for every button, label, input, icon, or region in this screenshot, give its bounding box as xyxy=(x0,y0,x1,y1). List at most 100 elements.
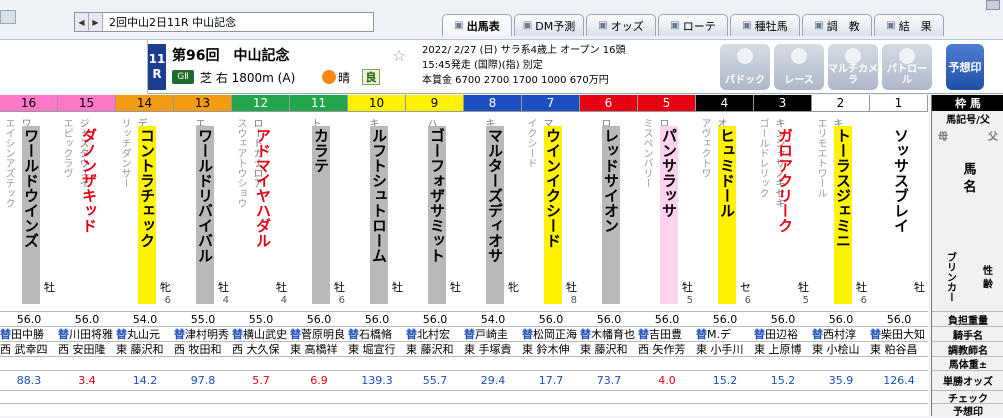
favorite-star-icon[interactable]: ☆ xyxy=(392,46,406,65)
grade-badge: GⅡ xyxy=(172,70,194,84)
horse-name[interactable]: ヒュミドール xyxy=(718,126,736,304)
horse-column[interactable]: 1 ソッサスブレイ 牡 56.0 替柴田大知 東 粕谷昌 126.4 xyxy=(870,95,928,416)
next-race-icon[interactable]: ▶ xyxy=(89,13,103,31)
check-cell[interactable] xyxy=(348,390,406,403)
mark-cell[interactable] xyxy=(464,403,522,416)
rider-cell[interactable]: 替吉田豊 xyxy=(638,326,696,341)
mark-cell[interactable] xyxy=(638,403,696,416)
rider-cell[interactable]: 替横山武史 xyxy=(232,326,290,341)
check-cell[interactable] xyxy=(0,390,58,403)
tab-5[interactable]: ▣ 調 教 xyxy=(802,14,872,36)
mark-cell[interactable] xyxy=(522,403,580,416)
horse-name[interactable]: ゴーフォザサミット xyxy=(428,126,446,304)
mark-cell[interactable] xyxy=(174,403,232,416)
check-cell[interactable] xyxy=(116,390,174,403)
mark-cell[interactable] xyxy=(406,403,464,416)
rider-cell[interactable]: 替川田将雅 xyxy=(58,326,116,341)
horse-column[interactable]: 4 オルフェーヴル アヴェクトワ ヒュミドール セ6 56.0 替M.デ 東 小… xyxy=(696,95,754,416)
mark-cell[interactable] xyxy=(696,403,754,416)
check-cell[interactable] xyxy=(406,390,464,403)
rider-cell[interactable]: 替津村明秀 xyxy=(174,326,232,341)
rider-cell[interactable]: 替西村淳 xyxy=(812,326,870,341)
rider-cell[interactable]: 替丸山元 xyxy=(116,326,174,341)
horse-column[interactable]: 8 キズナ マルターズディオサ 牝 54.0 替戸崎圭 東 手塚貴 29.4 xyxy=(464,95,522,416)
mark-cell[interactable] xyxy=(58,403,116,416)
horse-name[interactable]: アドマイヤハダル xyxy=(254,126,272,304)
horse-column[interactable]: 15 ジャスタウェイ エピックラヴ ダノンザキッド 56.0 替川田将雅 西 安… xyxy=(58,95,116,416)
paddock-button[interactable]: パドック xyxy=(720,44,770,90)
check-cell[interactable] xyxy=(522,390,580,403)
minimize-icon[interactable] xyxy=(986,0,1000,10)
mark-cell[interactable] xyxy=(290,403,348,416)
horse-name[interactable]: カラテ xyxy=(312,126,330,304)
check-cell[interactable] xyxy=(812,390,870,403)
rider-cell[interactable]: 替木幡育也 xyxy=(580,326,638,341)
horse-column[interactable]: 12 ロードカナロア スウェアトウショウ アドマイヤハダル 牡4 55.0 替横… xyxy=(232,95,290,416)
horse-column[interactable]: 16 ワークフォース エイシンアズテック ワールドウインズ 牡 56.0 替田中… xyxy=(0,95,58,416)
mark-cell[interactable] xyxy=(232,403,290,416)
horse-name[interactable]: レッドサイオン xyxy=(602,126,620,304)
horse-name[interactable]: ダノンザキッド xyxy=(80,126,98,304)
check-cell[interactable] xyxy=(174,390,232,403)
horse-column[interactable]: 10 キンシャサノキセキ ルフトシュトローム 牡 56.0 替石橋脩 東 堀宣行… xyxy=(348,95,406,416)
rider-cell[interactable]: 替柴田大知 xyxy=(870,326,928,341)
multi-camera-button[interactable]: マルチカメラ xyxy=(828,44,878,90)
horse-column[interactable]: 9 ハーツクライ ゴーフォザサミット 牡 56.0 替北村宏 東 藤沢和 55.… xyxy=(406,95,464,416)
horse-name[interactable]: ワールドリバイバル xyxy=(196,126,214,304)
mark-cell[interactable] xyxy=(812,403,870,416)
patrol-button[interactable]: パトロール xyxy=(882,44,932,90)
rider-cell[interactable]: 替田辺裕 xyxy=(754,326,812,341)
rider-cell[interactable]: 替 M.デ xyxy=(696,326,754,341)
mark-cell[interactable] xyxy=(348,403,406,416)
horse-name[interactable]: パンサラッサ xyxy=(660,126,678,304)
check-cell[interactable] xyxy=(638,390,696,403)
horse-name[interactable]: コントラチェック xyxy=(138,126,156,304)
rider-cell[interactable]: 替戸崎圭 xyxy=(464,326,522,341)
prev-race-icon[interactable]: ◀ xyxy=(75,13,89,31)
horse-name[interactable]: ソッサスブレイ xyxy=(892,126,910,304)
horse-name[interactable]: ガロアクリーク xyxy=(776,126,794,304)
horse-name[interactable]: ワールドウインズ xyxy=(22,126,40,304)
check-cell[interactable] xyxy=(232,390,290,403)
mark-cell[interactable] xyxy=(754,403,812,416)
rider-cell[interactable]: 替田中勝 xyxy=(0,326,58,341)
tab-3[interactable]: ▣ ローテ xyxy=(658,14,728,36)
horse-column[interactable]: 7 マンハッタンカフェ イクシード ウインイクシード 牡8 56.0 替松岡正海… xyxy=(522,95,580,416)
tab-4[interactable]: ▣ 種牡馬 xyxy=(730,14,800,36)
horse-name[interactable]: マルターズディオサ xyxy=(486,126,504,304)
check-cell[interactable] xyxy=(580,390,638,403)
check-cell[interactable] xyxy=(58,390,116,403)
rider-cell[interactable]: 替菅原明良 xyxy=(290,326,348,341)
check-cell[interactable] xyxy=(464,390,522,403)
check-cell[interactable] xyxy=(870,390,928,403)
dam-name: エピックラヴ xyxy=(61,118,72,178)
check-cell[interactable] xyxy=(290,390,348,403)
tab-2[interactable]: ▣ オッズ xyxy=(586,14,656,36)
mark-cell[interactable] xyxy=(580,403,638,416)
mark-cell[interactable] xyxy=(0,403,58,416)
prediction-mark-button[interactable]: 予想印 xyxy=(946,44,984,90)
tab-0[interactable]: ▣ 出馬表 xyxy=(442,14,512,36)
race-video-button[interactable]: レース xyxy=(774,44,824,90)
horse-name[interactable]: ルフトシュトローム xyxy=(370,126,388,304)
horse-column[interactable]: 6 ロードカナロア レッドサイオン 56.0 替木幡育也 東 藤沢和 73.7 xyxy=(580,95,638,416)
horse-name[interactable]: トーラスジェミニ xyxy=(834,126,852,304)
check-cell[interactable] xyxy=(754,390,812,403)
horse-column[interactable]: 13 エピファネイア ワールドリバイバル 牡4 55.0 替津村明秀 西 牧田和… xyxy=(174,95,232,416)
check-cell[interactable] xyxy=(696,390,754,403)
horse-column[interactable]: 3 キンシャサノキセキ ゴールドレリック ガロアクリーク 牡5 56.0 替田辺… xyxy=(754,95,812,416)
tab-6[interactable]: ▣ 結 果 xyxy=(874,14,944,36)
rider-cell[interactable]: 替松岡正海 xyxy=(522,326,580,341)
horse-column[interactable]: 2 キングズベスト エリモエトワール トーラスジェミニ 牡6 56.0 替西村淳… xyxy=(812,95,870,416)
horse-name[interactable]: ウインイクシード xyxy=(544,126,562,304)
horse-column[interactable]: 11 トゥザグローリー カラテ 牡6 56.0 替菅原明良 東 高橋祥 6.9 xyxy=(290,95,348,416)
horse-column[interactable]: 5 ロードカナロア ミスペンバリー パンサラッサ 牡5 56.0 替吉田豊 西 … xyxy=(638,95,696,416)
rider-cell[interactable]: 替北村宏 xyxy=(406,326,464,341)
race-selector[interactable]: ◀ ▶ 2回中山2日11R 中山記念 xyxy=(74,12,374,32)
tab-1[interactable]: ▣ DM予測 xyxy=(514,14,584,36)
mark-cell[interactable] xyxy=(116,403,174,416)
horse-column[interactable]: 14 ディープインパクト リッチダンサー コントラチェック 牝6 54.0 替丸… xyxy=(116,95,174,416)
mark-cell[interactable] xyxy=(870,403,928,416)
rider-cell[interactable]: 替石橋脩 xyxy=(348,326,406,341)
window-menu-icon[interactable] xyxy=(0,10,16,24)
